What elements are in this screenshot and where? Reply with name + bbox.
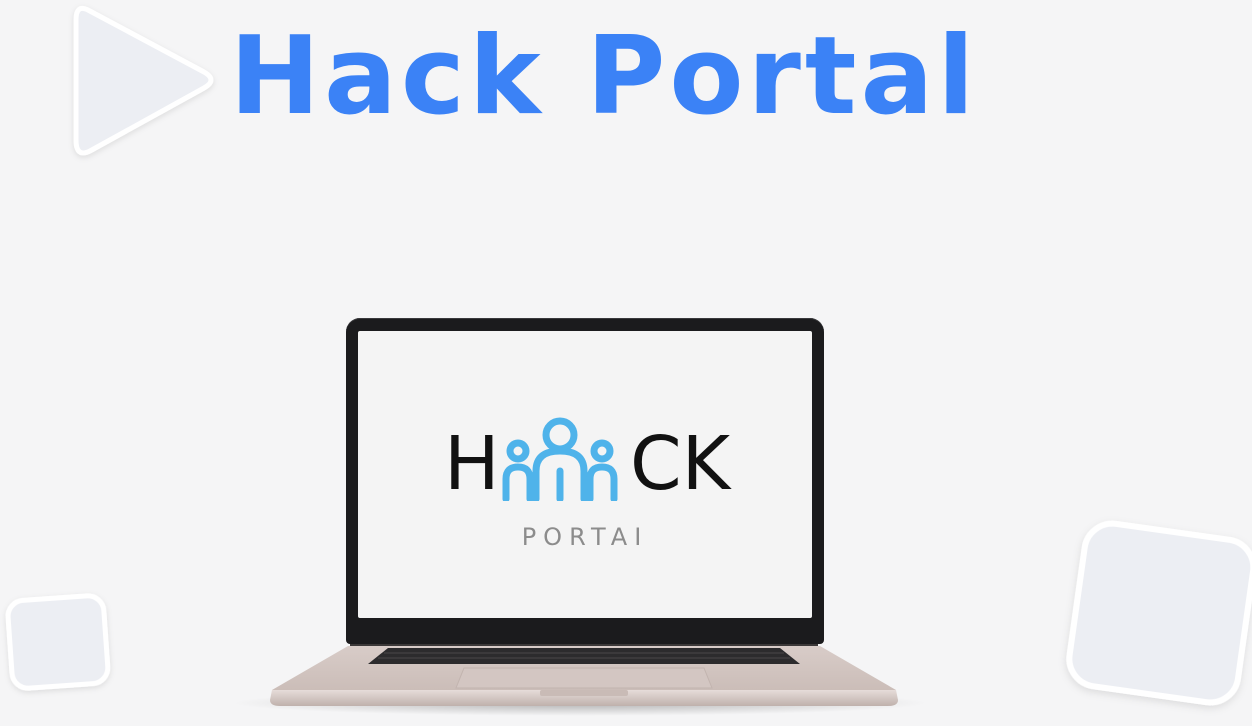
logo-subtitle: PORTAI	[521, 523, 649, 551]
hack-portal-logo: H CK PORTAI	[358, 331, 812, 618]
rounded-square-decoration-icon	[5, 593, 111, 691]
rounded-square-decoration-icon	[1066, 520, 1252, 706]
laptop-base	[270, 644, 898, 706]
page-title: Hack Portal	[229, 14, 979, 139]
page: Hack Portal H CK PORTAI	[0, 0, 1252, 726]
trackpad	[455, 667, 713, 689]
people-icon	[502, 417, 618, 501]
logo-letters-ck: CK	[630, 421, 731, 507]
laptop-lid: H CK PORTAI	[346, 318, 824, 644]
laptop-screen: H CK PORTAI	[358, 331, 812, 618]
keyboard	[368, 648, 800, 664]
logo-letter-h: H	[444, 421, 500, 507]
